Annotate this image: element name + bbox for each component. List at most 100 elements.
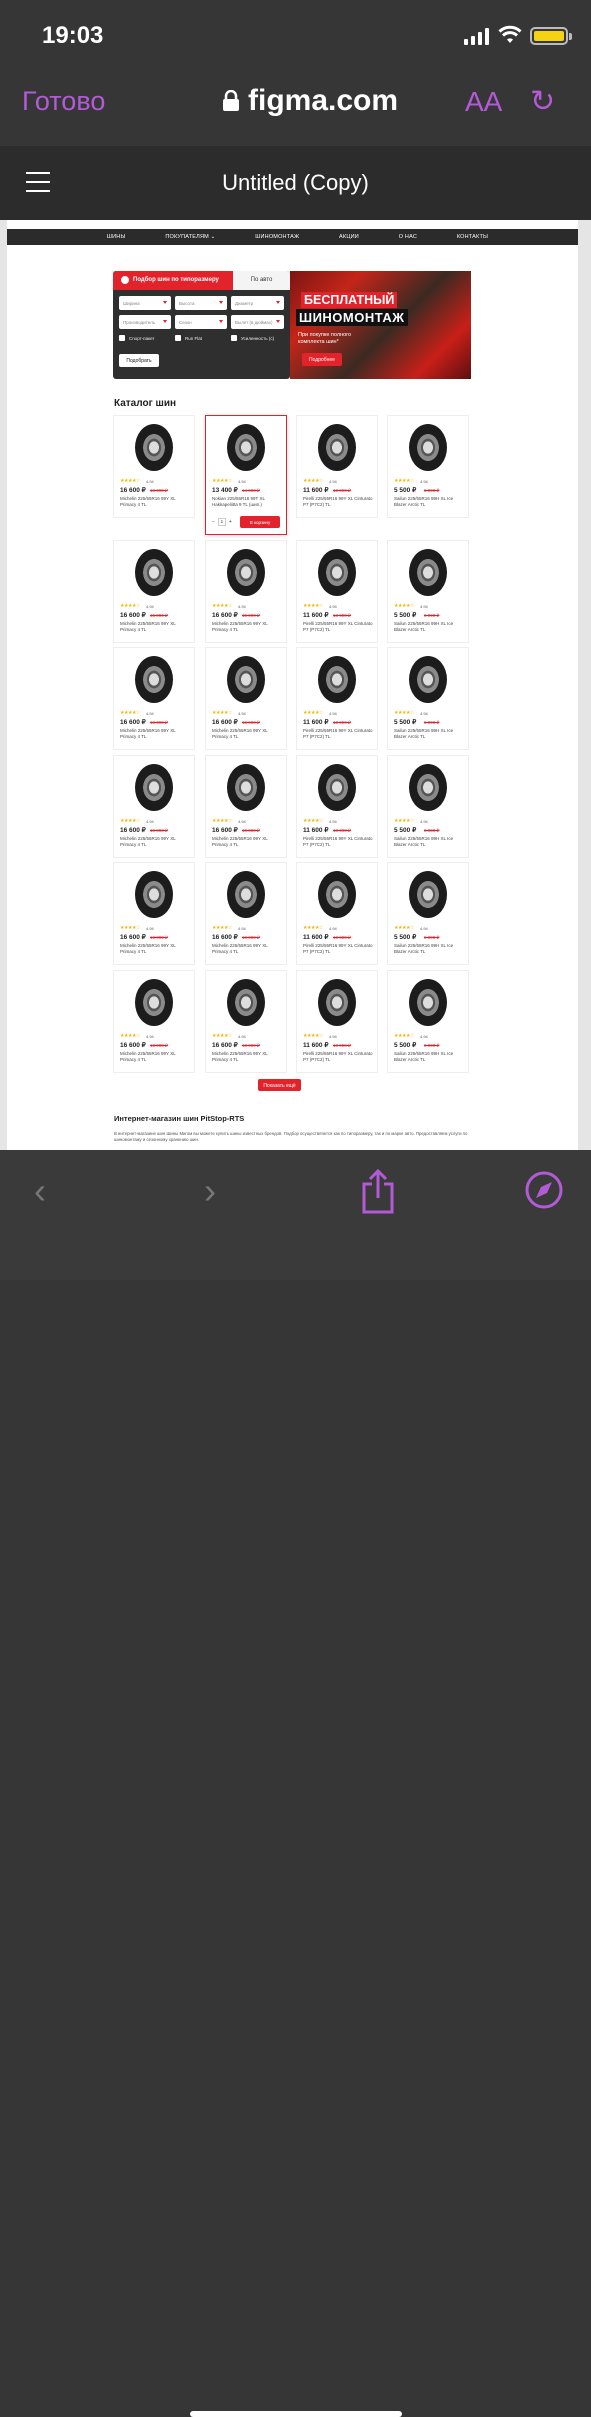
product-name[interactable]: Sailun 225/55R16 99H XL Ice Blazer Arcti…	[394, 621, 464, 633]
product-name[interactable]: Michelin 225/55R16 99Y XL Primacy 4 TL	[120, 836, 190, 848]
tire-image	[409, 764, 447, 811]
product-name[interactable]: Michelin 225/55R16 99Y XL Primacy 4 TL	[212, 1051, 282, 1063]
product-card[interactable]: ★★★★☆ 4.94 16 600 ₽ 18 990 ₽ Michelin 225/55…	[113, 862, 195, 965]
quantity-stepper[interactable]: −1 +	[212, 518, 232, 526]
battery-icon	[530, 27, 572, 45]
product-name[interactable]: Pirelli 225/55R16 99Y XL Cinturato P7 (P…	[303, 943, 373, 955]
nav-item-tires[interactable]: ШИНЫ	[107, 234, 126, 240]
promo-banner[interactable]: БЕСПЛАТНЫЙ ШИНОМОНТАЖ При покупке полног…	[290, 271, 471, 379]
rating-stars-icon: ★★★★☆	[212, 603, 232, 609]
runflat-checkbox[interactable]: Run Flat	[175, 335, 202, 341]
minus-button[interactable]: −	[212, 519, 215, 525]
product-name[interactable]: Michelin 225/55R16 99Y XL Primacy 4 TL	[120, 943, 190, 955]
width-select[interactable]: Ширина	[119, 296, 171, 310]
browser-bottom-bar: ‹ ›	[0, 1150, 591, 2417]
tab-by-car[interactable]: По авто	[233, 271, 290, 290]
product-name[interactable]: Nokian 225/55R16 99T XL Hakkapeliitta 9 …	[212, 496, 282, 508]
product-card[interactable]: ★★★★☆ 4.94 5 500 ₽ 6 990 ₽ Sailun 225/55R16 …	[387, 647, 469, 750]
product-name[interactable]: Sailun 225/55R16 99H XL Ice Blazer Arcti…	[394, 943, 464, 955]
rating-stars-icon: ★★★★☆	[394, 925, 414, 931]
product-card[interactable]: ★★★★☆ 4.94 11 600 ₽ 13 990 ₽ Pirelli 225/55R…	[296, 647, 378, 750]
rating-value: 4.94	[146, 819, 154, 824]
product-name[interactable]: Michelin 225/55R16 99Y XL Primacy 4 TL	[212, 943, 282, 955]
show-more-button[interactable]: Показать ещё	[258, 1079, 301, 1091]
brand-select[interactable]: Производитель	[119, 315, 171, 329]
pick-button[interactable]: Подобрать	[119, 354, 159, 367]
nav-item-tire-fitting[interactable]: ШИНОМОНТАЖ	[255, 234, 299, 240]
product-name[interactable]: Sailun 225/55R16 99H XL Ice Blazer Arcti…	[394, 1051, 464, 1063]
product-name[interactable]: Michelin 225/55R16 99Y XL Primacy 4 TL	[212, 836, 282, 848]
nav-item-customers[interactable]: ПОКУПАТЕЛЯМ ⌄	[165, 234, 215, 240]
compass-icon[interactable]	[524, 1170, 564, 1210]
product-card[interactable]: ★★★★☆ 4.94 5 500 ₽ 6 990 ₽ Sailun 225/55R16 …	[387, 415, 469, 518]
offset-select[interactable]: Вылет (в дюймах)	[231, 315, 284, 329]
product-card[interactable]: ★★★★☆ 4.94 13 400 ₽ 14 990 ₽ Nokian 225/55R1…	[205, 415, 287, 535]
product-name[interactable]: Michelin 225/55R16 99Y XL Primacy 4 TL	[212, 621, 282, 633]
product-name[interactable]: Michelin 225/55R16 99Y XL Primacy 4 TL	[120, 728, 190, 740]
product-card[interactable]: ★★★★☆ 4.94 16 600 ₽ 18 990 ₽ Michelin 225/55…	[205, 647, 287, 750]
product-name[interactable]: Sailun 225/55R16 99H XL Ice Blazer Arcti…	[394, 836, 464, 848]
rating-stars-icon: ★★★★☆	[394, 1033, 414, 1039]
nav-item-about[interactable]: О НАС	[399, 234, 417, 240]
product-card[interactable]: ★★★★☆ 4.94 5 500 ₽ 6 990 ₽ Sailun 225/55R16 …	[387, 970, 469, 1073]
product-card[interactable]: ★★★★☆ 4.94 16 600 ₽ 18 990 ₽ Michelin 225/55…	[205, 862, 287, 965]
banner-button[interactable]: Подробнее	[302, 353, 342, 366]
product-card[interactable]: ★★★★☆ 4.94 5 500 ₽ 6 990 ₽ Sailun 225/55R16 …	[387, 540, 469, 643]
rating-stars-icon: ★★★★☆	[394, 603, 414, 609]
product-name[interactable]: Michelin 225/55R16 99Y XL Primacy 4 TL	[120, 621, 190, 633]
product-card[interactable]: ★★★★☆ 4.94 11 600 ₽ 13 990 ₽ Pirelli 225/55R…	[296, 970, 378, 1073]
product-name[interactable]: Pirelli 225/55R16 99Y XL Cinturato P7 (P…	[303, 728, 373, 740]
quantity-value[interactable]: 1	[217, 518, 226, 526]
product-name[interactable]: Sailun 225/55R16 99H XL Ice Blazer Arcti…	[394, 728, 464, 740]
price: 16 600 ₽	[120, 612, 146, 619]
rating-value: 4.94	[329, 926, 337, 931]
back-icon[interactable]: ‹	[34, 1170, 46, 1212]
sport-checkbox[interactable]: Спорт-пакет	[119, 335, 155, 341]
product-name[interactable]: Michelin 225/55R16 99Y XL Primacy 4 TL	[120, 1051, 190, 1063]
product-name[interactable]: Sailun 225/55R16 99H XL Ice Blazer Arcti…	[394, 496, 464, 508]
product-card[interactable]: ★★★★☆ 4.94 5 500 ₽ 6 990 ₽ Sailun 225/55R16 …	[387, 862, 469, 965]
product-card[interactable]: ★★★★☆ 4.94 11 600 ₽ 13 990 ₽ Pirelli 225/55R…	[296, 540, 378, 643]
nav-item-contacts[interactable]: КОНТАКТЫ	[457, 234, 488, 240]
tire-image	[318, 549, 356, 596]
product-name[interactable]: Michelin 225/55R16 99Y XL Primacy 4 TL	[212, 728, 282, 740]
price: 11 600 ₽	[303, 612, 329, 619]
product-name[interactable]: Pirelli 225/55R16 99Y XL Cinturato P7 (P…	[303, 621, 373, 633]
diameter-select[interactable]: Диаметр	[231, 296, 284, 310]
plus-button[interactable]: +	[229, 519, 232, 525]
figma-canvas[interactable]: ШИНЫ ПОКУПАТЕЛЯМ ⌄ ШИНОМОНТАЖ АКЦИИ О НА…	[0, 220, 591, 1150]
reinforced-checkbox[interactable]: Усиленность (с)	[231, 335, 274, 341]
product-card[interactable]: ★★★★☆ 4.94 11 600 ₽ 13 990 ₽ Pirelli 225/55R…	[296, 415, 378, 518]
product-name[interactable]: Pirelli 225/55R16 99Y XL Cinturato P7 (P…	[303, 496, 373, 508]
product-card[interactable]: ★★★★☆ 4.94 16 600 ₽ 18 990 ₽ Michelin 225/55…	[205, 755, 287, 858]
product-card[interactable]: ★★★★☆ 4.94 16 600 ₽ 18 990 ₽ Michelin 225/55…	[113, 970, 195, 1073]
address-bar[interactable]: figma.com	[222, 84, 398, 118]
product-card[interactable]: ★★★★☆ 4.94 16 600 ₽ 18 990 ₽ Michelin 225/55…	[113, 540, 195, 643]
product-card[interactable]: ★★★★☆ 4.94 11 600 ₽ 13 990 ₽ Pirelli 225/55R…	[296, 755, 378, 858]
text-size-button[interactable]: AA	[465, 86, 502, 118]
done-button[interactable]: Готово	[22, 86, 105, 117]
add-to-cart-button[interactable]: В корзину	[240, 516, 280, 528]
tire-image	[409, 424, 447, 471]
old-price: 13 990 ₽	[333, 935, 351, 940]
reload-icon[interactable]: ↻	[530, 84, 555, 119]
old-price: 18 990 ₽	[150, 488, 168, 493]
height-select[interactable]: Высота	[175, 296, 227, 310]
nav-item-promo[interactable]: АКЦИИ	[339, 234, 359, 240]
product-card[interactable]: ★★★★☆ 4.94 16 600 ₽ 18 990 ₽ Michelin 225/55…	[205, 970, 287, 1073]
forward-icon[interactable]: ›	[204, 1170, 216, 1212]
season-select[interactable]: Сезон	[175, 315, 227, 329]
product-card[interactable]: ★★★★☆ 4.94 16 600 ₽ 18 990 ₽ Michelin 225/55…	[113, 415, 195, 518]
product-card[interactable]: ★★★★☆ 4.94 16 600 ₽ 18 990 ₽ Michelin 225/55…	[205, 540, 287, 643]
tire-image	[227, 871, 265, 918]
share-icon[interactable]	[360, 1168, 396, 1214]
rating-value: 4.94	[420, 819, 428, 824]
product-card[interactable]: ★★★★☆ 4.94 11 600 ₽ 13 990 ₽ Pirelli 225/55R…	[296, 862, 378, 965]
product-card[interactable]: ★★★★☆ 4.94 16 600 ₽ 18 990 ₽ Michelin 225/55…	[113, 755, 195, 858]
tab-by-size[interactable]: Подбор шин по типоразмеру	[113, 271, 233, 290]
product-name[interactable]: Pirelli 225/55R16 99Y XL Cinturato P7 (P…	[303, 1051, 373, 1063]
product-card[interactable]: ★★★★☆ 4.94 5 500 ₽ 6 990 ₽ Sailun 225/55R16 …	[387, 755, 469, 858]
product-name[interactable]: Michelin 225/55R16 99Y XL Primacy 4 TL	[120, 496, 190, 508]
product-card[interactable]: ★★★★☆ 4.94 16 600 ₽ 18 990 ₽ Michelin 225/55…	[113, 647, 195, 750]
product-name[interactable]: Pirelli 225/55R16 99Y XL Cinturato P7 (P…	[303, 836, 373, 848]
